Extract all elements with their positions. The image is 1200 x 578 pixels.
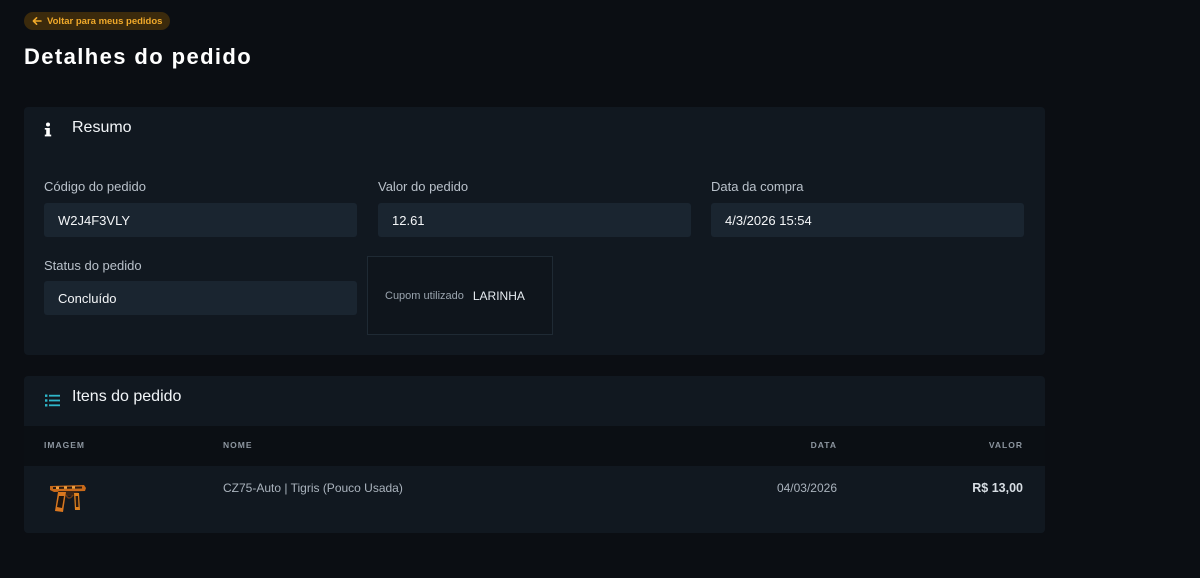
column-header-date: DATA	[810, 440, 837, 450]
column-header-name: NOME	[223, 440, 253, 450]
order-amount-field: 12.61	[378, 203, 691, 237]
order-items-card: Itens do pedido IMAGEM NOME DATA VALOR C…	[24, 376, 1045, 533]
items-title: Itens do pedido	[72, 388, 182, 405]
order-status-label: Status do pedido	[44, 258, 142, 273]
column-header-price: VALOR	[988, 440, 1023, 450]
summary-card: Resumo Código do pedido W2J4F3VLY Valor …	[24, 107, 1045, 355]
coupon-label: Cupom utilizado	[385, 289, 464, 302]
order-code-field: W2J4F3VLY	[44, 203, 357, 237]
order-code-label: Código do pedido	[44, 179, 146, 194]
table-row: CZ75-Auto | Tigris (Pouco Usada) 04/03/2…	[24, 466, 1045, 533]
pistol-icon	[44, 476, 94, 520]
summary-title: Resumo	[72, 119, 132, 136]
arrow-left-icon	[32, 17, 42, 25]
column-header-image: IMAGEM	[44, 440, 85, 450]
coupon-value: LARINHA	[472, 288, 525, 303]
summary-header: Resumo	[24, 107, 1045, 153]
items-header: Itens do pedido	[24, 376, 1045, 422]
back-to-orders-link[interactable]: Voltar para meus pedidos	[24, 12, 171, 30]
item-price: R$ 13,00	[972, 481, 1023, 495]
back-link-label: Voltar para meus pedidos	[47, 15, 163, 27]
page-title: Detalhes do pedido	[24, 44, 253, 69]
items-table-header: IMAGEM NOME DATA VALOR	[24, 426, 1045, 466]
info-icon	[42, 121, 54, 139]
order-amount-label: Valor do pedido	[378, 179, 469, 194]
list-icon	[44, 391, 60, 409]
order-status-field: Concluído	[44, 281, 357, 315]
purchase-date-field: 4/3/2026 15:54	[711, 203, 1024, 237]
item-date: 04/03/2026	[776, 481, 837, 495]
item-name: CZ75-Auto | Tigris (Pouco Usada)	[223, 481, 403, 495]
purchase-date-label: Data da compra	[711, 179, 804, 194]
coupon-box: Cupom utilizado LARINHA	[367, 256, 553, 335]
